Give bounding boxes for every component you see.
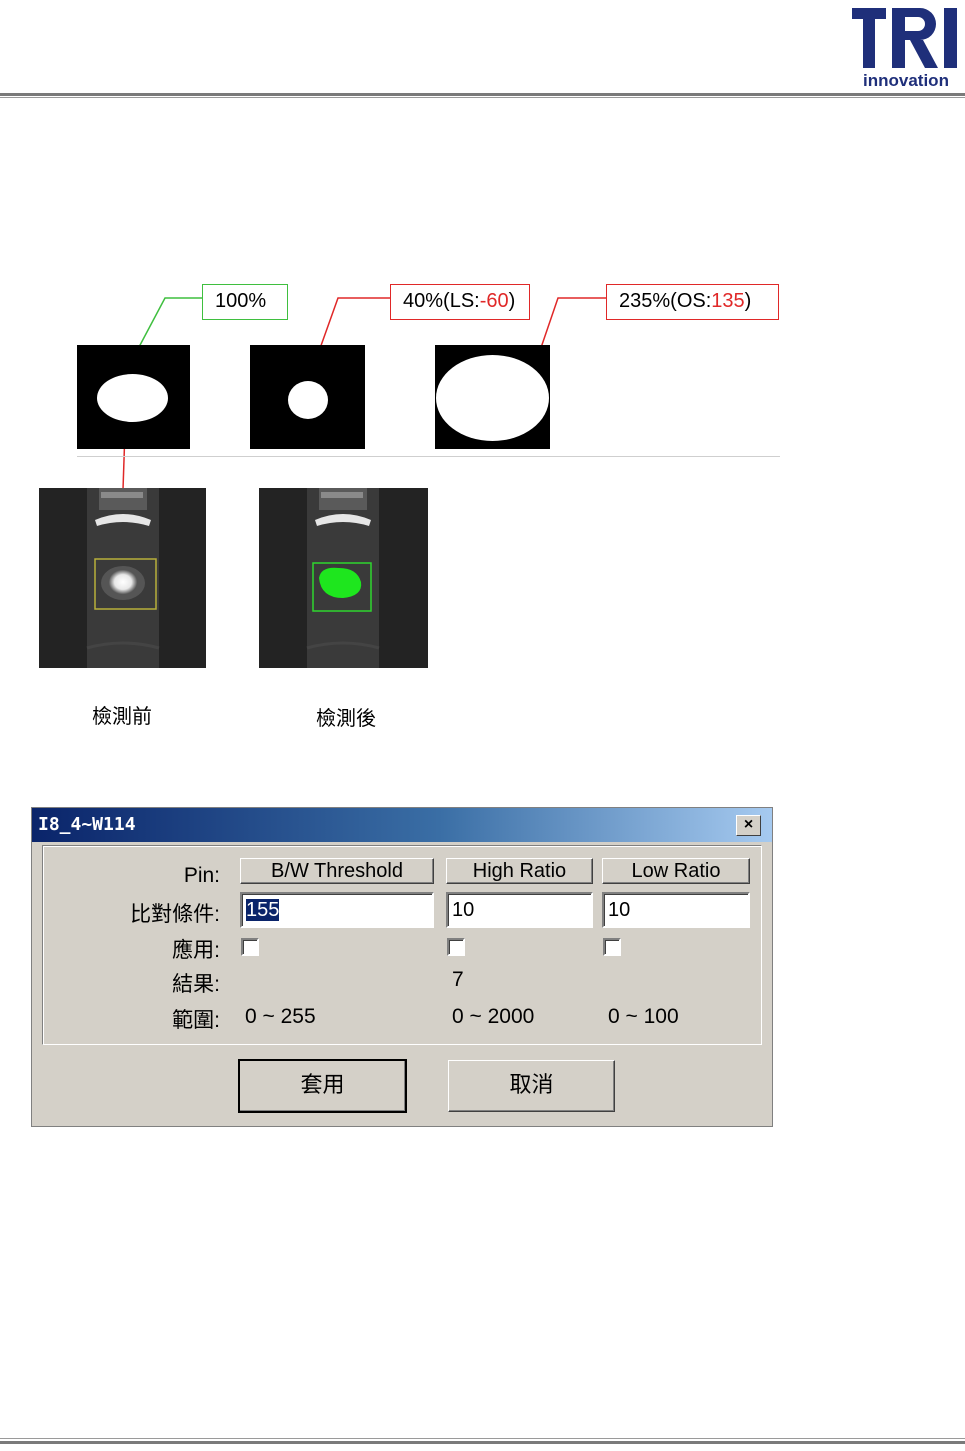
blob-sample-over-size	[435, 345, 550, 449]
label-result: 結果:	[172, 973, 220, 996]
callout-235-percent-os: 235%(OS:135)	[606, 284, 779, 320]
bw-threshold-input[interactable]: 155	[240, 892, 434, 928]
blob-sample-less-size	[250, 345, 365, 449]
bw-threshold-value: 155	[246, 899, 280, 921]
high-ratio-apply-checkbox[interactable]	[447, 938, 465, 956]
close-icon: ×	[743, 816, 754, 833]
inspection-photo-before	[39, 488, 206, 668]
label-pin: Pin:	[183, 864, 220, 887]
photo-before-graphic	[39, 488, 206, 668]
low-ratio-range: 0 ~ 100	[608, 1005, 679, 1028]
column-header-high-ratio: High Ratio	[446, 858, 593, 884]
low-ratio-value: 10	[608, 899, 631, 921]
high-ratio-input[interactable]: 10	[446, 892, 593, 928]
threshold-dialog: I8_4~W114 × Pin: 比對條件: 應用: 結果: 範圍: B/W T…	[31, 807, 773, 1127]
footer-rule-thin	[0, 1438, 965, 1439]
high-ratio-range: 0 ~ 2000	[452, 1005, 535, 1028]
photo-after-graphic	[259, 488, 428, 668]
column-header-bw-threshold: B/W Threshold	[240, 858, 434, 884]
callout-40-percent-ls: 40%(LS:-60)	[390, 284, 530, 320]
low-ratio-input[interactable]: 10	[602, 892, 750, 928]
label-apply: 應用:	[172, 939, 220, 962]
apply-button[interactable]: 套用	[238, 1059, 407, 1113]
label-compare-condition: 比對條件:	[130, 903, 220, 926]
caption-before: 檢測前	[92, 706, 152, 728]
caption-after: 檢測後	[316, 708, 376, 730]
dialog-title: I8_4~W114	[38, 814, 136, 835]
label-range: 範圍:	[172, 1009, 220, 1032]
bw-threshold-apply-checkbox[interactable]	[241, 938, 259, 956]
footer-rule	[0, 1441, 965, 1444]
high-ratio-result: 7	[452, 968, 464, 991]
blob-sample-normal	[77, 345, 190, 449]
cancel-button[interactable]: 取消	[448, 1060, 615, 1112]
callout-100-percent: 100%	[202, 284, 288, 320]
low-ratio-apply-checkbox[interactable]	[603, 938, 621, 956]
dialog-titlebar[interactable]: I8_4~W114 ×	[32, 808, 772, 842]
column-header-low-ratio: Low Ratio	[602, 858, 750, 884]
high-ratio-value: 10	[452, 899, 475, 921]
inspection-photo-after	[259, 488, 428, 668]
close-button[interactable]: ×	[736, 815, 761, 836]
bw-threshold-range: 0 ~ 255	[245, 1005, 316, 1028]
separator-line	[77, 456, 780, 457]
